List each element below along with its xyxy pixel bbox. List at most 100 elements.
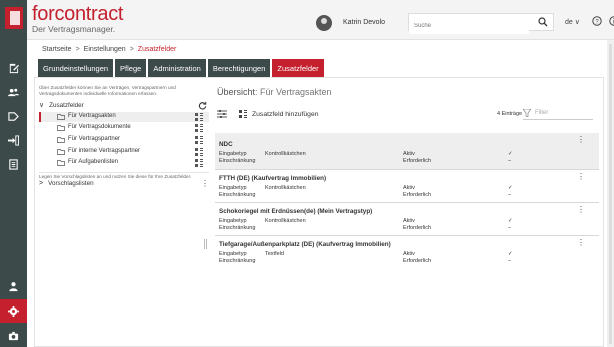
page-scrollbar[interactable] [607, 40, 614, 347]
language-selector[interactable]: de ∨ [565, 18, 580, 26]
scrollbar-thumb[interactable] [609, 44, 612, 344]
field-label: Eingabetyp [219, 185, 247, 191]
search-icon[interactable] [538, 17, 548, 27]
breadcrumb-separator: > [129, 46, 134, 53]
document-edit-icon[interactable] [0, 56, 27, 80]
refresh-icon[interactable] [198, 101, 207, 110]
user-name[interactable]: Katrin Devolo [343, 19, 385, 26]
tree-root-zusatzfelder[interactable]: ∨ Zusatzfelder [39, 101, 84, 110]
check-icon: ✓ [508, 185, 513, 191]
breadcrumb: Startseite > Einstellungen > Zusatzfelder [42, 46, 176, 53]
list-item[interactable]: Schokoriegel mit Erdnüssen(de) (Mein Ver… [215, 202, 599, 235]
tab-administration[interactable]: Administration [148, 59, 206, 77]
report-icon[interactable] [0, 152, 27, 176]
field-name: FTTH (DE) (Kaufvertrag Immobilien) [219, 175, 327, 182]
search-input[interactable] [409, 18, 529, 34]
panel-resize-handle[interactable] [204, 239, 208, 249]
kebab-menu-icon[interactable]: ⋮ [577, 136, 585, 144]
fields-grid-icon[interactable] [195, 124, 203, 132]
tab-grundeinstellungen[interactable]: Grundeinstellungen [38, 59, 114, 77]
settings-icon[interactable] [0, 299, 27, 323]
fields-grid-icon[interactable] [195, 159, 203, 167]
avatar[interactable] [316, 15, 332, 31]
tree-item-vertragsdokumente[interactable]: Für Vertragsdokumente [39, 123, 209, 133]
dash-icon: – [508, 258, 512, 264]
list-item[interactable]: FTTH (DE) (Kaufvertrag Immobilien) ⋮ Ein… [215, 169, 599, 202]
tree-item-label: Für Aufgabenlisten [68, 159, 119, 165]
field-label: Erforderlich [403, 225, 432, 231]
tree-item-label: Für Vertragsdokumente [68, 124, 131, 130]
folder-icon [57, 149, 65, 155]
sliders-icon[interactable] [217, 109, 227, 119]
entry-count: 4 Einträge [497, 111, 523, 117]
field-label: Erforderlich [403, 158, 432, 164]
page-title-suffix: : Für Vertragsakten [255, 87, 332, 97]
field-row-typ: Eingabetyp Kontrollkästchen Aktiv ✓ [219, 185, 513, 191]
field-value: Textfeld [265, 251, 284, 257]
chevron-down-icon[interactable]: ∨ [39, 101, 44, 109]
users-icon[interactable] [0, 80, 27, 104]
left-panel-divider [39, 172, 209, 173]
field-row-typ: Eingabetyp Kontrollkästchen Aktiv ✓ [219, 151, 513, 157]
camera-icon[interactable] [0, 323, 27, 347]
field-value: Kontrollkästchen [265, 218, 306, 224]
tree-item-label: Vorschlagslisten [48, 180, 94, 187]
field-row-typ: Eingabetyp Textfeld Aktiv ✓ [219, 251, 513, 257]
field-label: Aktiv [403, 218, 415, 224]
field-label: Erforderlich [403, 192, 432, 198]
info-icon[interactable] [609, 16, 614, 26]
field-label: Einschränkung [219, 258, 256, 264]
help-icon[interactable]: ? [592, 16, 602, 26]
app-logo[interactable] [5, 7, 23, 29]
field-list: NDC ⋮ Eingabetyp Kontrollkästchen Aktiv … [215, 133, 599, 268]
add-field-button[interactable]: Zusatzfeld hinzufügen [239, 107, 319, 121]
tree-item-vertragsakten[interactable]: Für Vertragsakten [39, 112, 209, 122]
fields-grid-icon[interactable] [195, 136, 203, 144]
field-name: Schokoriegel mit Erdnüssen(de) (Mein Ver… [219, 208, 373, 215]
field-label: Erforderlich [403, 258, 432, 264]
dash-icon: – [508, 225, 512, 231]
tab-pflege[interactable]: Pflege [115, 59, 147, 77]
field-label: Aktiv [403, 151, 415, 157]
tab-berechtigungen[interactable]: Berechtigungen [207, 59, 271, 77]
folder-icon [57, 160, 65, 166]
kebab-menu-icon[interactable]: ⋮ [201, 180, 209, 188]
page-title: Übersicht: Für Vertragsakten [217, 87, 332, 97]
kebab-menu-icon[interactable]: ⋮ [577, 206, 585, 214]
field-label: Eingabetyp [219, 251, 247, 257]
kebab-menu-icon[interactable]: ⋮ [577, 239, 585, 247]
field-row-einschraenkung: Einschränkung Erforderlich – [219, 158, 511, 164]
field-name: Tiefgarage/Außenparkplatz (DE) (Kaufvert… [219, 241, 391, 248]
folder-icon [57, 114, 65, 120]
kebab-menu-icon[interactable]: ⋮ [577, 173, 585, 181]
chevron-right-icon[interactable]: > [39, 180, 43, 187]
fields-grid-icon[interactable] [195, 148, 203, 156]
brand-subtitle: Der Vertragsmanager. [32, 24, 116, 34]
person-icon[interactable] [0, 274, 27, 298]
list-item[interactable]: Tiefgarage/Außenparkplatz (DE) (Kaufvert… [215, 235, 599, 268]
breadcrumb-item-startseite[interactable]: Startseite [42, 46, 72, 53]
tree-item-label: Für Vertragsakten [68, 113, 116, 119]
funnel-icon [523, 109, 531, 117]
tree-item-label: Für interne Vertragspartner [68, 148, 141, 154]
fields-grid-icon[interactable] [195, 113, 203, 121]
tab-zusatzfelder[interactable]: Zusatzfelder [272, 59, 324, 77]
list-item[interactable]: NDC ⋮ Eingabetyp Kontrollkästchen Aktiv … [215, 133, 599, 169]
field-label: Einschränkung [219, 225, 256, 231]
folder-icon [57, 137, 65, 143]
top-header: forcontract Der Vertragsmanager. Katrin … [27, 0, 614, 40]
tree-item-aufgabenlisten[interactable]: Für Aufgabenlisten [39, 158, 209, 168]
tree-item-vertragspartner[interactable]: Für Vertragspartner [39, 135, 209, 145]
folder-icon [57, 125, 65, 131]
filter-placeholder: Filter [535, 110, 549, 116]
main-navigation-rail [0, 0, 27, 347]
tag-icon[interactable] [0, 104, 27, 128]
tree-item-vorschlagslisten[interactable]: > Vorschlagslisten [39, 180, 94, 187]
filter-field[interactable]: Filter [523, 107, 593, 120]
field-name: NDC [219, 141, 233, 148]
breadcrumb-item-einstellungen[interactable]: Einstellungen [84, 46, 126, 53]
tree-item-interne-vertragspartner[interactable]: Für interne Vertragspartner [39, 147, 209, 157]
vorschlagslisten-note: Legen Sie Vorschlagslisten an und nutzen… [39, 174, 192, 179]
share-icon[interactable] [0, 128, 27, 152]
check-icon: ✓ [508, 151, 513, 157]
